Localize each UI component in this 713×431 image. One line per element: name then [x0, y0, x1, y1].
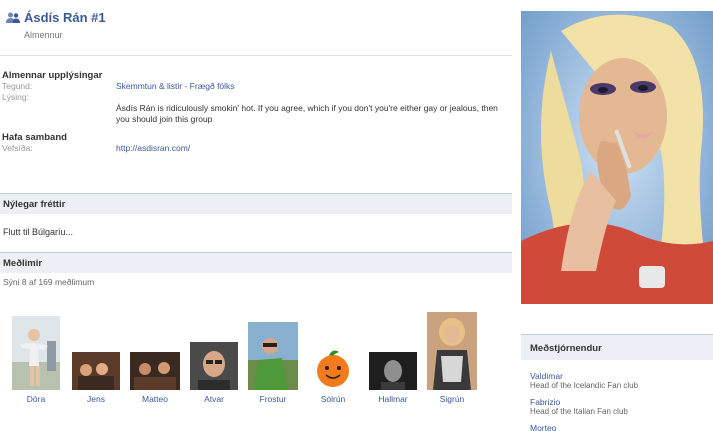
member-name[interactable]: Sigrún: [424, 394, 480, 404]
general-info-heading: Almennar upplýsingar: [2, 70, 103, 81]
group-header: Ásdís Rán #1 Almennur: [0, 0, 512, 56]
member-photo[interactable]: [313, 344, 353, 390]
type-link[interactable]: Skemmtun & listir - Frægð fólks: [116, 81, 235, 91]
member-photo[interactable]: [72, 352, 120, 390]
admins-header: Meðstjórnendur: [521, 335, 713, 360]
member-matteo[interactable]: Matteo: [128, 340, 182, 404]
page-title: Ásdís Rán #1: [24, 10, 106, 25]
member-photo[interactable]: [369, 352, 417, 390]
member-photo[interactable]: [427, 312, 477, 390]
member-dora[interactable]: Dóra: [10, 314, 62, 404]
description-row: Lýsing:: [2, 92, 512, 103]
member-name[interactable]: Jens: [70, 394, 122, 404]
member-solrun[interactable]: Sólrún: [306, 338, 360, 404]
description-text: Ásdís Rán is ridiculously smokin' hot. I…: [116, 103, 498, 124]
member-hallmar[interactable]: Hallmar: [366, 340, 420, 404]
news-heading: Nýlegar fréttir: [3, 199, 66, 210]
member-name[interactable]: Atvar: [188, 394, 240, 404]
website-link[interactable]: http://asdisran.com/: [116, 143, 190, 153]
admins-box: Meðstjórnendur Valdimar Head of the Icel…: [521, 334, 713, 431]
admins-heading: Meðstjórnendur: [530, 343, 602, 354]
news-section-header: Nýlegar fréttir: [0, 193, 512, 214]
group-icon: [6, 12, 20, 23]
member-atvar[interactable]: Atvar: [188, 338, 240, 404]
contact-heading: Hafa samband: [2, 132, 67, 143]
group-profile-photo[interactable]: [521, 11, 713, 304]
member-photo[interactable]: [248, 322, 298, 390]
admin-role: Head of the Icelandic Fan club: [530, 381, 639, 390]
member-name[interactable]: Hallmar: [366, 394, 420, 404]
members-heading: Meðlimir: [3, 258, 43, 269]
member-photo[interactable]: [190, 342, 238, 390]
member-name[interactable]: Frostur: [246, 394, 300, 404]
news-text: Flutt til Búlgaríu...: [3, 227, 74, 237]
admin-name[interactable]: Valdimar: [530, 371, 638, 381]
description-label: Lýsing:: [2, 92, 29, 102]
members-count: Sýni 8 af 169 meðlimum: [3, 277, 95, 287]
admin-name[interactable]: Morteo: [530, 423, 556, 431]
type-label: Tegund:: [2, 81, 33, 91]
member-photo[interactable]: [12, 316, 60, 390]
admin-item: Valdimar Head of the Icelandic Fan club: [530, 371, 638, 391]
website-label: Vefsíða:: [2, 143, 33, 153]
member-name[interactable]: Dóra: [10, 394, 62, 404]
members-section-header: Meðlimir: [0, 252, 512, 273]
group-category: Almennur: [24, 30, 63, 40]
admin-item: Morteo: [530, 423, 556, 431]
type-row: Tegund: Skemmtun & listir - Frægð fólks: [2, 81, 512, 92]
member-jens[interactable]: Jens: [70, 340, 122, 404]
member-name[interactable]: Matteo: [128, 394, 182, 404]
member-frostur[interactable]: Frostur: [246, 318, 300, 404]
info-section: Almennar upplýsingar Tegund: Skemmtun & …: [2, 70, 512, 154]
admin-item: Fabrizio Head of the Italian Fan club: [530, 397, 628, 417]
admin-role: Head of the Italian Fan club: [530, 407, 628, 416]
website-row: Vefsíða: http://asdisran.com/: [2, 143, 512, 154]
member-sigrun[interactable]: Sigrún: [424, 308, 480, 404]
member-photo[interactable]: [130, 352, 180, 390]
admin-name[interactable]: Fabrizio: [530, 397, 628, 407]
member-name[interactable]: Sólrún: [306, 394, 360, 404]
